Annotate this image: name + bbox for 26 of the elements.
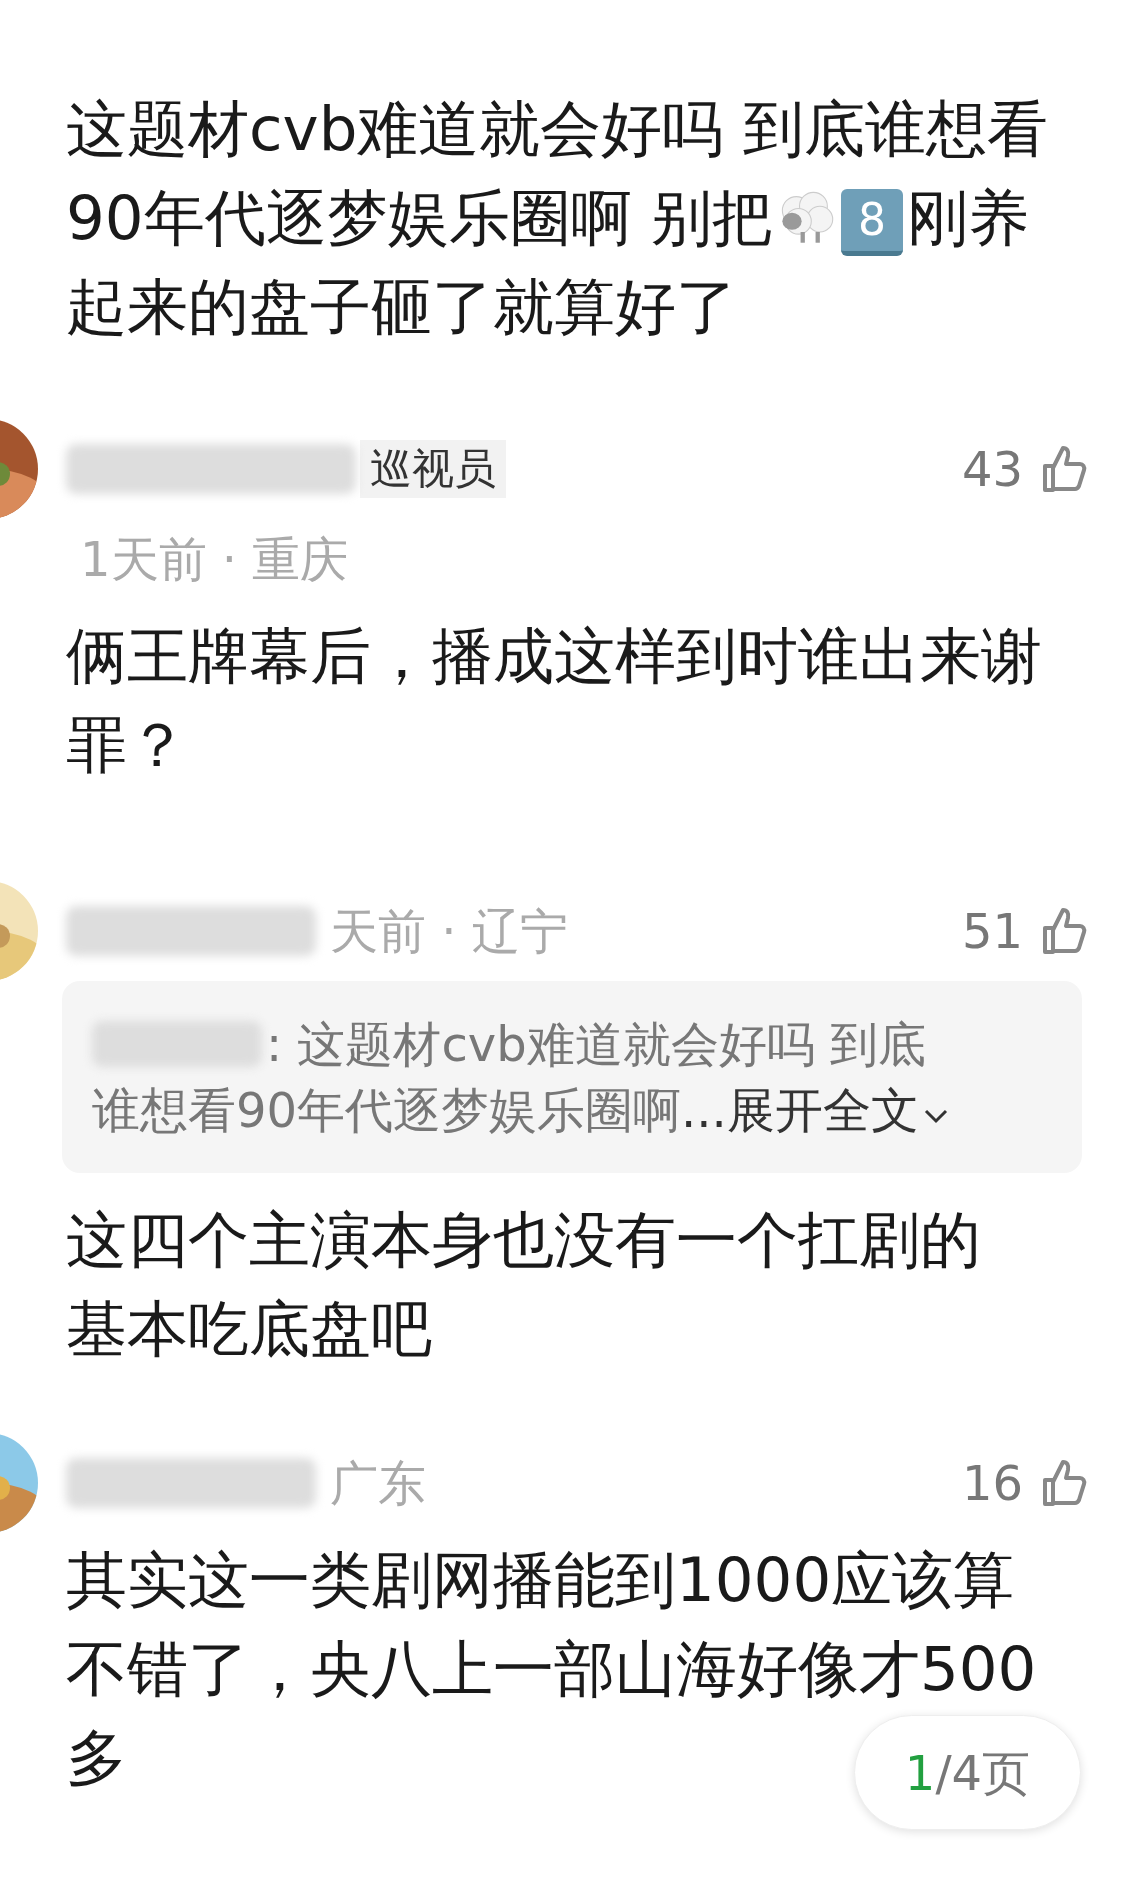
comment-text-line: 90年代逐梦娱乐圈啊 别把 8 刚养 xyxy=(66,173,1029,262)
comment-meta: 天前 · 辽宁 xyxy=(330,902,568,961)
comment-text-line: 多 xyxy=(66,1721,127,1795)
reply-text: 谁想看90年代逐梦娱乐圈啊 xyxy=(92,1081,682,1140)
comment-text-line: 这四个主演本身也没有一个扛剧的 xyxy=(66,1203,981,1277)
chevron-down-icon[interactable] xyxy=(922,1107,949,1125)
comment-text-line: 这题材cvb难道就会好吗 到底谁想看 xyxy=(66,92,1048,166)
like-count: 43 xyxy=(961,440,1023,499)
page-indicator[interactable]: 1/4页 xyxy=(854,1715,1081,1830)
comment-text-line: 基本吃底盘吧 xyxy=(66,1292,432,1366)
like-count: 16 xyxy=(961,1454,1023,1513)
like-count: 51 xyxy=(961,902,1023,961)
comment-meta: 1天前 · 重庆 xyxy=(80,530,349,589)
reply-text: : 这题材cvb难道就会好吗 到底 xyxy=(266,1015,926,1074)
comment-text-line: 起来的盘子砸了就算好了 xyxy=(66,270,737,344)
expand-link[interactable]: ...展开全文 xyxy=(681,1077,949,1143)
thumbs-up-icon[interactable] xyxy=(1041,906,1087,956)
comment-text-line: 其实这一类剧网播能到1000应该算 xyxy=(66,1543,1015,1617)
thumbs-up-icon[interactable] xyxy=(1041,1458,1087,1508)
comment-text-line: 俩王牌幕后，播成这样到时谁出来谢 xyxy=(66,619,1042,693)
comment-text-line: 不错了，央八上一部山海好像才500 xyxy=(66,1632,1037,1706)
thumbs-up-icon[interactable] xyxy=(1041,444,1087,494)
keycap-icon: 8 xyxy=(841,189,903,256)
comment-text-line: 罪？ xyxy=(66,708,188,782)
comment-meta: 广东 xyxy=(330,1454,426,1513)
user-badge: 巡视员 xyxy=(360,440,506,498)
